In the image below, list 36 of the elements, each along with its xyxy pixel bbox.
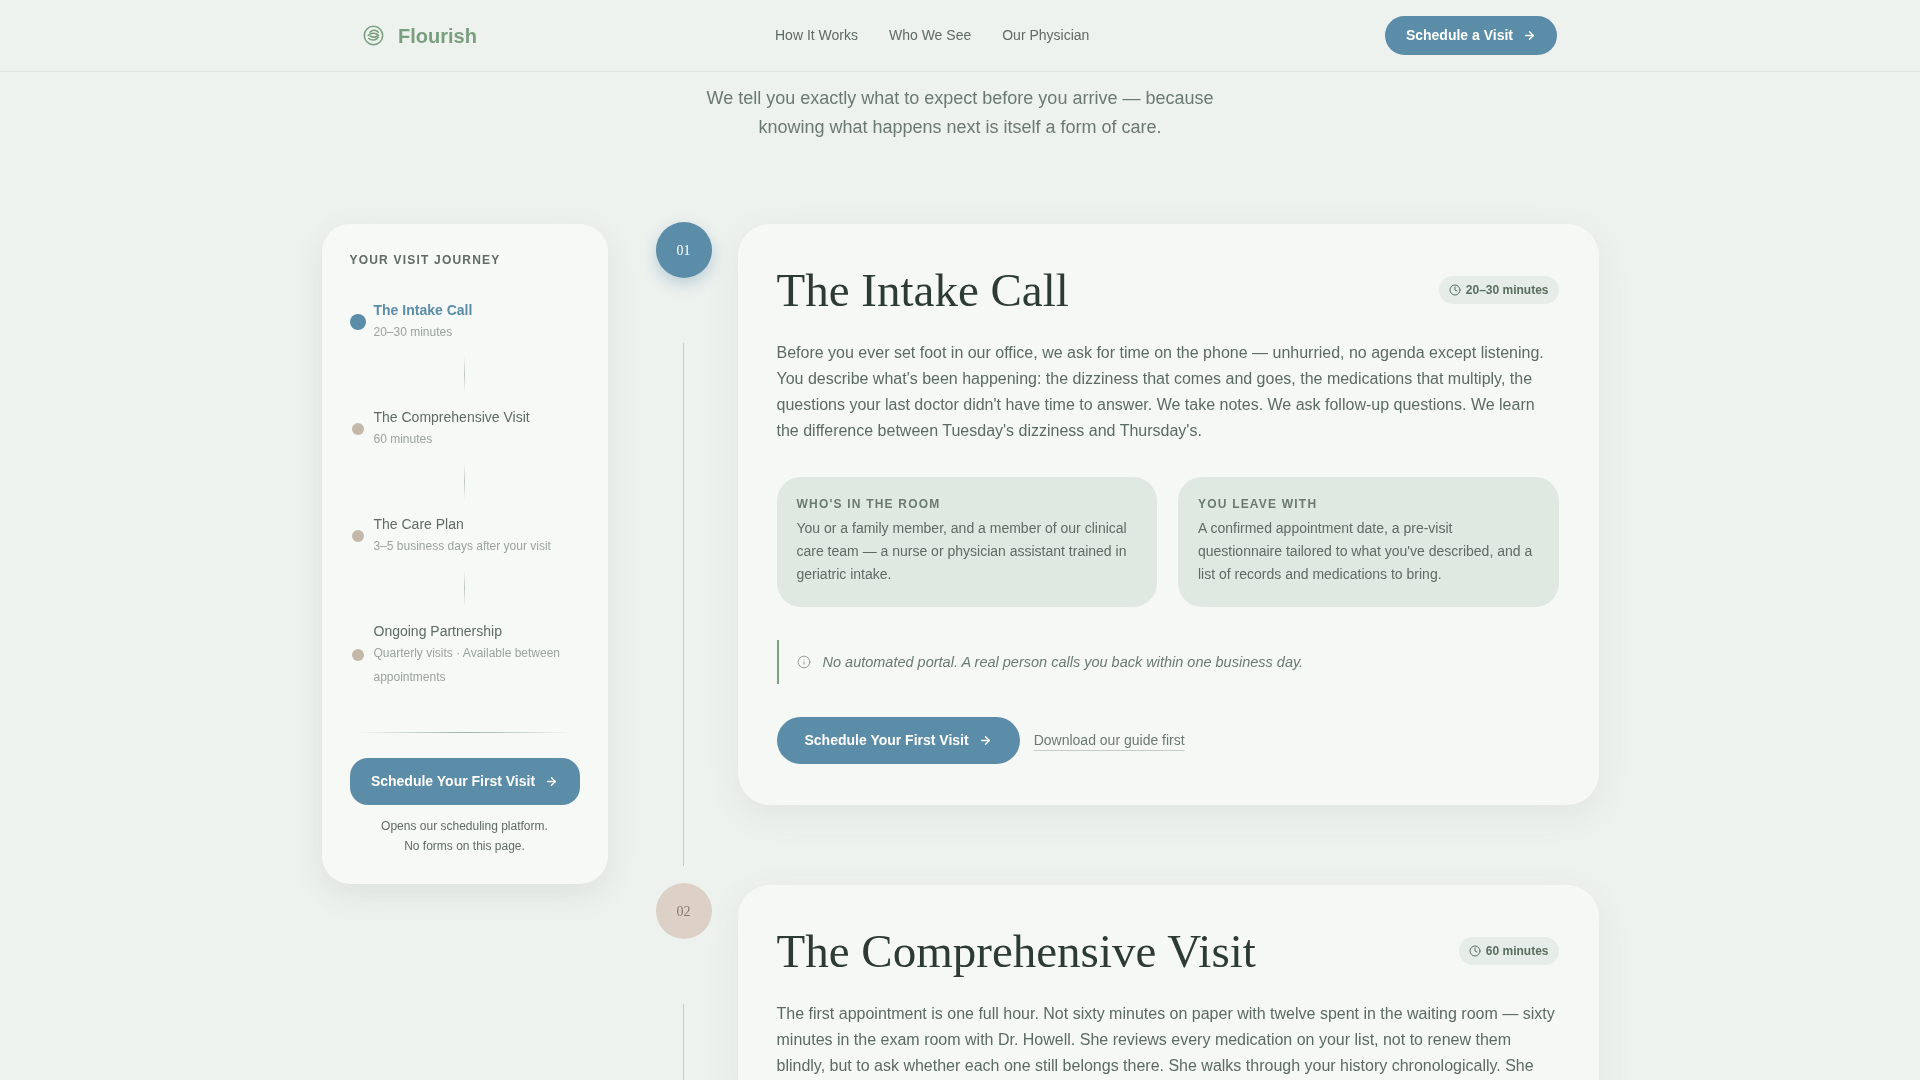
step-number: 01 — [655, 222, 712, 278]
detail-text: You or a family member, and a member of our clinical care team — a nurse or physician assistant trained in geriatric intake. — [796, 519, 1128, 584]
journey-step[interactable]: The Care Plan 3–5 business days after your visit — [349, 514, 580, 558]
duration-badge: 20–30 minutes — [1438, 276, 1559, 304]
logo-icon — [363, 25, 384, 46]
schedule-button[interactable]: Schedule Your First Visit — [349, 758, 580, 805]
step-title: The Intake Call — [776, 263, 1069, 318]
detail-label: WHO'S IN THE ROOM — [796, 496, 942, 513]
clock-icon — [1468, 945, 1481, 957]
schedule-button[interactable]: Schedule Your First Visit — [776, 717, 1020, 764]
info-icon — [796, 655, 811, 669]
scheduling-note: Opens our scheduling platform. — [381, 818, 548, 835]
detail-text: A confirmed appointment date, a pre-visit questionnaire tailored to what you've described, and a list of records and medications to bring. — [1198, 519, 1534, 584]
clock-icon — [1448, 284, 1461, 296]
step-description: Before you ever set foot in our office, we ask for time on the phone — unhurried, no agenda except listening. You describe what's been happening: the dizziness that comes and goes, the medications that multiply, the questions your last doctor didn't have time to answer. We take notes. We ask follow-up questions. We learn the difference between Tuesday's dizziness and Thursday's. — [776, 343, 1545, 441]
duration-badge: 60 minutes — [1458, 937, 1559, 965]
nav-link[interactable]: Who We See — [889, 25, 972, 46]
scheduling-note: No forms on this page. — [404, 838, 525, 855]
journey-step[interactable]: The Comprehensive Visit 60 minutes — [349, 407, 580, 451]
arrow-right-icon — [545, 775, 559, 788]
brand-name: Flourish — [398, 23, 477, 49]
schedule-button[interactable]: Schedule a Visit — [1384, 16, 1557, 55]
arrow-right-icon — [1523, 29, 1536, 42]
arrow-right-icon — [978, 734, 992, 747]
step-number: 02 — [655, 883, 712, 939]
detail-label: YOU LEAVE WITH — [1198, 496, 1319, 513]
nav-link[interactable]: How It Works — [775, 25, 858, 46]
panel-heading: YOUR VISIT JOURNEY — [349, 252, 502, 268]
journey-step[interactable]: Ongoing Partnership Quarterly visits · Available between appointments — [349, 621, 580, 689]
intro-text: We tell you exactly what to expect before you arrive — because knowing what happens next is itself a form of care. — [705, 87, 1215, 139]
guide-download-link[interactable]: Download our guide first — [1033, 730, 1185, 751]
step-title: The Comprehensive Visit — [776, 924, 1256, 979]
nav-link[interactable]: Our Physician — [1002, 25, 1090, 46]
journey-step[interactable]: The Intake Call 20–30 minutes — [349, 300, 580, 344]
step-description: The first appointment is one full hour. Not sixty minutes on paper with twelve spent in the waiting room — sixty minutes in the exam room with Dr. Howell. She reviews every medication on your list, not to renew them blindly, but to ask whether each one still belongs there. She walks through your history chronologically. She — [776, 1004, 1556, 1076]
reassurance-note: No automated portal. A real person calls you back within one business day. — [822, 653, 1304, 672]
